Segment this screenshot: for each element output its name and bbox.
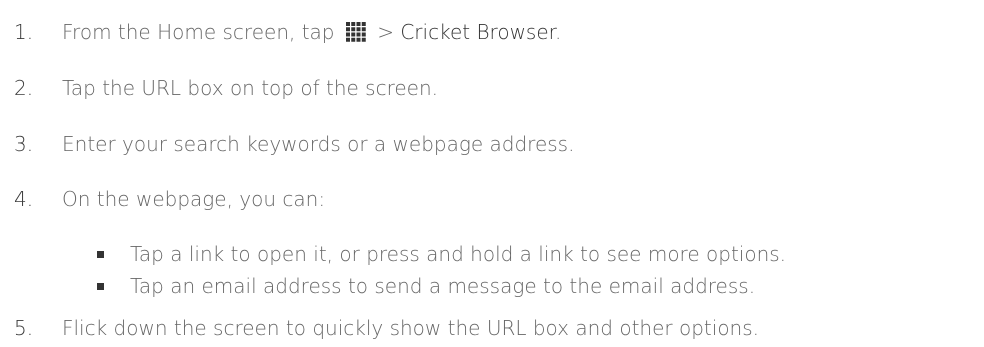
bullet-icon	[97, 251, 104, 258]
step-number: 2.	[14, 76, 34, 100]
step-text: Enter your search keywords or a webpage …	[62, 132, 575, 156]
step-text: On the webpage, you can:	[62, 187, 326, 211]
step-text: From the Home screen, tap > Cricket Brow…	[62, 20, 562, 44]
bullet-text: Tap a link to open it, or press and hold…	[130, 242, 787, 266]
step-number: 1.	[14, 20, 34, 44]
step-number: 5.	[14, 316, 34, 340]
bullet-text: Tap an email address to send a message t…	[130, 274, 756, 298]
bullet-icon	[97, 283, 104, 290]
step-number: 4.	[14, 187, 34, 211]
step-text: Flick down the screen to quickly show th…	[62, 316, 760, 340]
app-name-cricket-browser: Cricket Browser	[400, 20, 556, 44]
step-text: Tap the URL box on top of the screen.	[62, 76, 438, 100]
apps-grid-icon	[345, 22, 366, 42]
step-number: 3.	[14, 132, 34, 156]
